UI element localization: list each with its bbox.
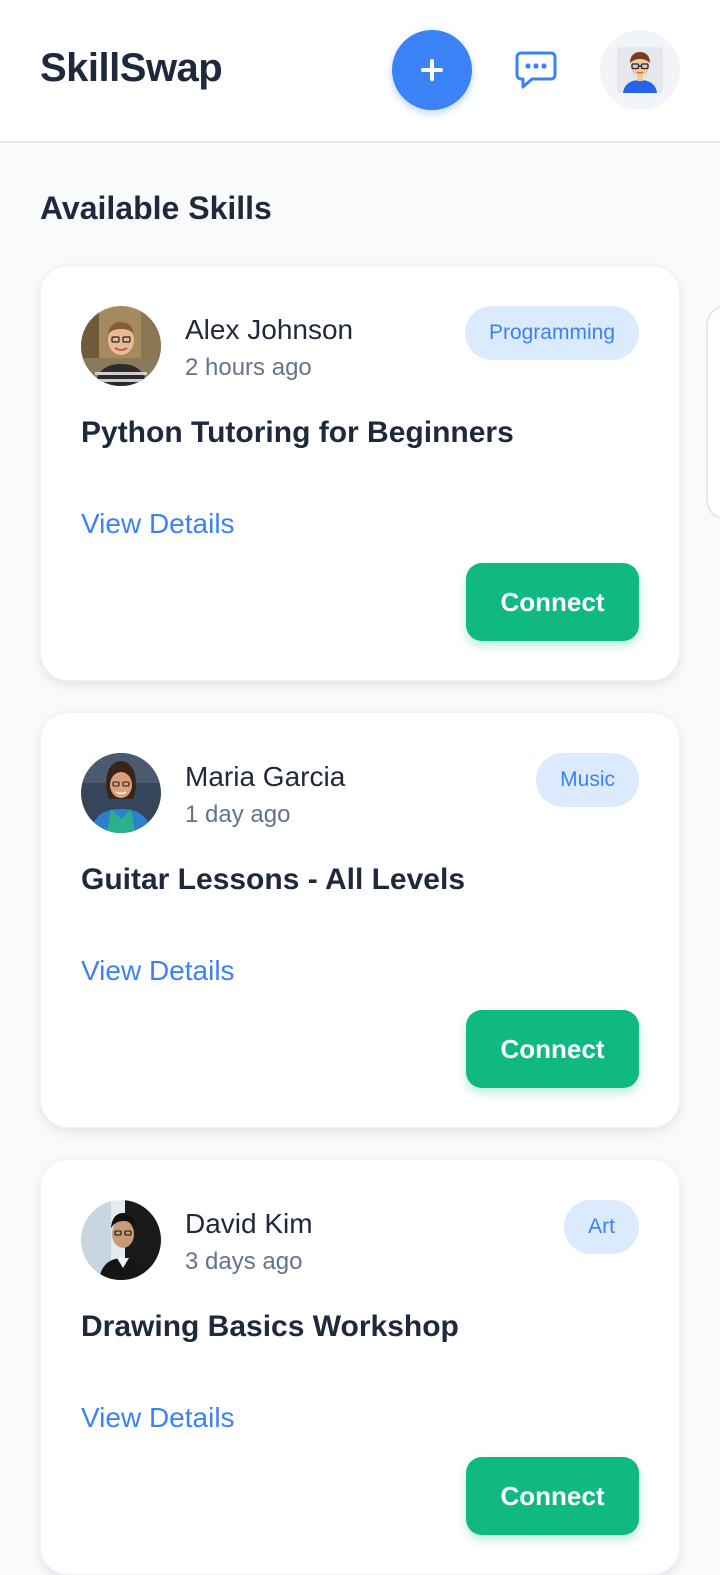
skill-title: Drawing Basics Workshop (81, 1310, 459, 1343)
post-time: 1 day ago (185, 801, 291, 828)
skill-title: Python Tutoring for Beginners (81, 416, 514, 449)
author-avatar (81, 306, 161, 386)
user-avatar-icon (617, 47, 663, 93)
author-name: Maria Garcia (185, 761, 346, 792)
skill-card[interactable]: David Kim 3 days ago Art Drawing Basics … (40, 1159, 680, 1575)
post-time: 2 hours ago (185, 354, 312, 381)
chat-bubble-icon (515, 51, 557, 89)
view-details-link[interactable]: View Details (81, 508, 235, 540)
category-tag: Art (564, 1200, 639, 1254)
author-avatar (81, 753, 161, 833)
skill-card[interactable]: Alex Johnson 2 hours ago Programming Pyt… (40, 265, 680, 681)
category-tag: Music (536, 753, 639, 807)
view-details-link[interactable]: View Details (81, 955, 235, 987)
add-skill-button[interactable] (392, 30, 472, 110)
next-card-peek[interactable] (706, 305, 720, 520)
connect-button[interactable]: Connect (466, 563, 639, 641)
section-title: Available Skills (40, 190, 272, 226)
skill-card[interactable]: Maria Garcia 1 day ago Music Guitar Less… (40, 712, 680, 1128)
connect-button[interactable]: Connect (466, 1010, 639, 1088)
profile-button[interactable] (600, 30, 680, 110)
post-time: 3 days ago (185, 1248, 303, 1275)
plus-icon (421, 59, 443, 81)
app-header: SkillSwap (0, 0, 720, 143)
view-details-link[interactable]: View Details (81, 1402, 235, 1434)
connect-button[interactable]: Connect (466, 1457, 639, 1535)
author-name: Alex Johnson (185, 314, 354, 345)
skill-title: Guitar Lessons - All Levels (81, 863, 466, 896)
author-name: David Kim (185, 1208, 313, 1239)
app-logo-text: SkillSwap (40, 46, 223, 90)
author-avatar (81, 1200, 161, 1280)
messages-button[interactable] (508, 44, 564, 96)
category-tag: Programming (464, 306, 639, 360)
